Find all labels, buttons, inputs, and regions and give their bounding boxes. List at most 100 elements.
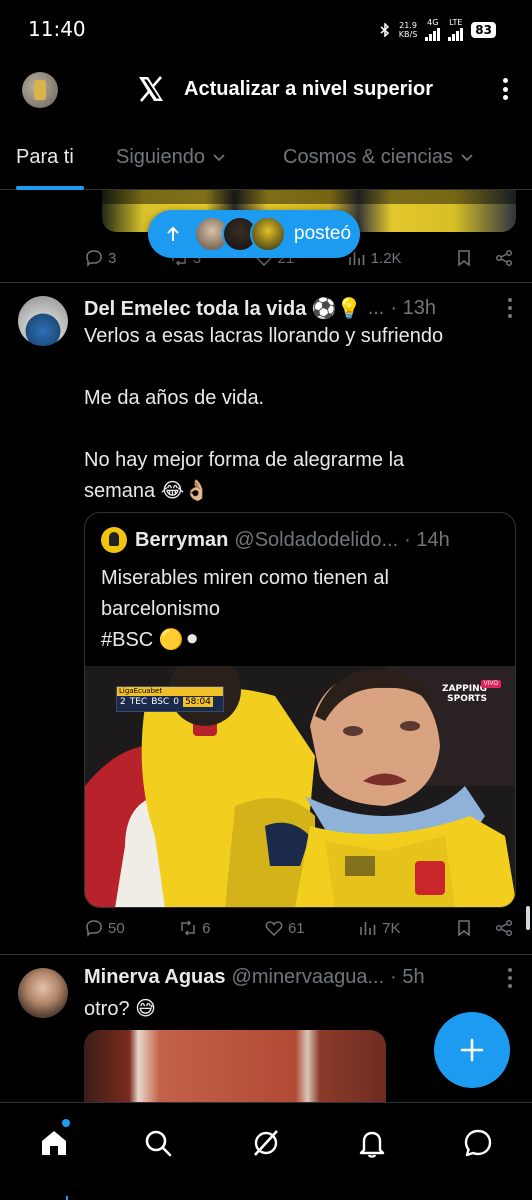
new-posts-pill[interactable]: posteó xyxy=(148,210,360,258)
like-count: 61 xyxy=(287,919,305,937)
post-text-line: semana 😂👌🏼 xyxy=(84,480,209,502)
repost-button[interactable]: 6 xyxy=(178,918,211,938)
reply-button[interactable]: 3 xyxy=(84,248,116,268)
pill-avatar xyxy=(250,216,286,252)
post-text-line: Me da años de vida. xyxy=(84,387,265,409)
tab-cosmos-ciencias[interactable]: Cosmos & ciencias xyxy=(283,146,473,169)
match-scoreboard: LigaEcuabet 2 TEC BSC 0 58:04 xyxy=(116,686,224,712)
bluetooth-icon xyxy=(380,22,389,37)
post-text-line: #BSC 🟡⚫ xyxy=(101,629,201,651)
net-speed-value: 21.9 xyxy=(399,20,417,30)
avatar[interactable] xyxy=(18,296,68,346)
new-posts-label: posteó xyxy=(294,223,352,244)
quoted-post-header: Berryman @Soldadodelido... · 14h xyxy=(101,527,501,553)
bookmark-icon[interactable] xyxy=(454,918,474,938)
avatar[interactable] xyxy=(18,968,68,1018)
notifications-icon xyxy=(359,1131,385,1158)
reply-count: 3 xyxy=(108,249,117,267)
post-more-icon[interactable] xyxy=(508,968,514,988)
nav-notifications[interactable] xyxy=(356,1127,388,1159)
profile-avatar[interactable] xyxy=(22,72,58,108)
status-time: 11:40 xyxy=(28,17,86,41)
top-header: Actualizar a nivel superior xyxy=(0,60,532,120)
reply-count: 50 xyxy=(108,919,125,937)
post-author-handle[interactable]: @minervaagua... xyxy=(232,966,385,989)
post-author-handle[interactable]: ... xyxy=(368,297,385,320)
score-home: 2 xyxy=(120,697,126,707)
post-text-gap xyxy=(84,352,520,383)
nav-grok[interactable] xyxy=(250,1127,282,1159)
post-author-name[interactable]: Minerva Aguas xyxy=(84,966,226,989)
scrollbar-thumb[interactable] xyxy=(526,906,530,930)
tab-label: Para ti xyxy=(16,146,74,168)
signal-bars-icon xyxy=(448,27,464,41)
post-timestamp: · 5h xyxy=(390,966,425,988)
signal-bars-icon xyxy=(425,27,441,41)
nav-messages[interactable] xyxy=(462,1127,494,1159)
score-away: 0 xyxy=(173,697,179,707)
net-speed: 21.9 KB/S xyxy=(399,21,418,39)
quoted-author-handle: @Soldadodelido... xyxy=(234,528,399,551)
share-icon[interactable] xyxy=(494,248,514,268)
live-badge: VIVO xyxy=(480,680,501,688)
post-tools xyxy=(454,918,514,938)
tab-label: Cosmos & ciencias xyxy=(283,146,454,168)
reply-icon xyxy=(86,250,102,267)
avatar xyxy=(101,527,127,553)
like-button[interactable]: 61 xyxy=(264,918,305,938)
post-timestamp: · 13h xyxy=(390,297,436,319)
arrow-up-icon xyxy=(167,226,179,241)
bottom-nav xyxy=(0,1102,532,1200)
views-button[interactable]: 7K xyxy=(358,918,400,938)
net-lte-label: LTE xyxy=(449,18,463,27)
heart-icon xyxy=(265,921,283,937)
broadcaster-logo: ZAPPING SPORTS xyxy=(442,684,487,704)
gesture-bar xyxy=(66,1196,68,1200)
quoted-post-image[interactable]: LigaEcuabet 2 TEC BSC 0 58:04 ZAPPING SP… xyxy=(85,666,515,907)
share-icon[interactable] xyxy=(494,918,514,938)
post-author-name[interactable]: Del Emelec toda la vida ⚽💡 xyxy=(84,296,362,321)
reply-icon xyxy=(86,920,102,937)
views-icon xyxy=(360,922,376,935)
reply-button[interactable]: 50 xyxy=(84,918,125,938)
views-button[interactable]: 1.2K xyxy=(347,248,402,268)
post-actions: 50 6 61 7K xyxy=(84,918,514,938)
scoreboard-league: LigaEcuabet xyxy=(117,687,223,696)
tab-label: Siguiendo xyxy=(116,146,205,168)
bookmark-icon[interactable] xyxy=(454,248,474,268)
tab-para-ti[interactable]: Para ti xyxy=(16,146,74,169)
notification-dot xyxy=(62,1119,70,1127)
signal-lte: LTE xyxy=(448,18,464,41)
repost-icon xyxy=(181,920,195,936)
post-media[interactable] xyxy=(84,1030,386,1110)
upgrade-title[interactable]: Actualizar a nivel superior xyxy=(184,78,433,101)
net-speed-unit: KB/S xyxy=(398,29,418,39)
compose-button[interactable] xyxy=(434,1012,510,1088)
match-clock: 58:04 xyxy=(182,697,213,707)
scoreboard-row: 2 TEC BSC 0 58:04 xyxy=(117,696,223,708)
post-divider xyxy=(0,282,532,283)
tab-siguiendo[interactable]: Siguiendo xyxy=(116,146,225,169)
quoted-post-body: Miserables miren como tienen al barcelon… xyxy=(101,563,501,656)
broadcaster-sub: SPORTS xyxy=(447,694,487,704)
team-away: BSC xyxy=(151,697,170,707)
plus-icon xyxy=(460,1038,484,1062)
post-divider xyxy=(0,954,532,955)
status-icons: 21.9 KB/S 4G LTE 83 xyxy=(379,18,496,41)
post-text-line: Miserables miren como tienen al xyxy=(101,567,389,589)
search-icon xyxy=(145,1130,172,1157)
views-count: 7K xyxy=(382,919,401,937)
post-header: Del Emelec toda la vida ⚽💡 ... · 13h xyxy=(84,296,514,321)
nav-home[interactable] xyxy=(38,1127,70,1159)
post-body: Verlos a esas lacras llorando y sufriend… xyxy=(84,321,520,507)
nav-search[interactable] xyxy=(142,1127,174,1159)
post-header: Minerva Aguas @minervaagua... · 5h xyxy=(84,966,514,989)
status-bar: 11:40 21.9 KB/S 4G LTE 83 xyxy=(0,0,532,60)
kebab-menu-icon[interactable] xyxy=(500,74,510,104)
x-logo-icon[interactable] xyxy=(136,74,166,104)
messages-icon xyxy=(464,1129,492,1157)
quoted-post[interactable]: Berryman @Soldadodelido... · 14h Miserab… xyxy=(84,512,516,908)
post-text-line: No hay mejor forma de alegrarme la xyxy=(84,449,405,471)
post-more-icon[interactable] xyxy=(508,298,514,318)
home-icon xyxy=(42,1131,66,1155)
